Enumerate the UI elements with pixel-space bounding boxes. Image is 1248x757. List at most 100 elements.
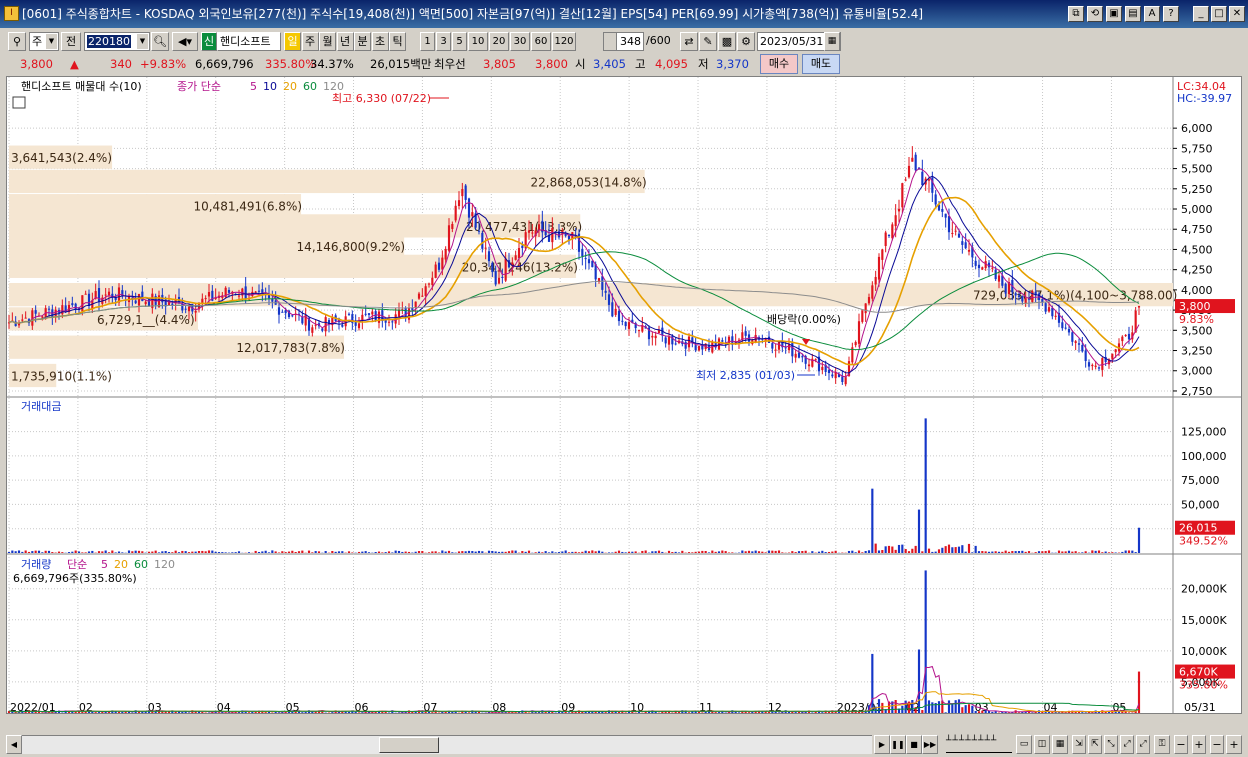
period-tab[interactable]: 주 xyxy=(301,32,319,51)
chart-area[interactable]: 2022/0102030405060708091011122023/010203… xyxy=(6,76,1242,714)
refresh-icon[interactable]: ⟲ xyxy=(1087,6,1103,22)
chevron-down-icon[interactable]: ▼ xyxy=(46,34,57,49)
candle-body xyxy=(861,310,864,322)
calendar-icon[interactable]: ▦ xyxy=(824,32,840,51)
market-type-select[interactable]: 주 ▼ xyxy=(29,32,59,51)
draw-icon[interactable]: ✎ xyxy=(699,32,717,51)
amount-bar xyxy=(157,552,161,553)
chevron-down-icon[interactable]: ▼ xyxy=(137,34,148,49)
period-tab[interactable]: 틱 xyxy=(389,32,406,51)
volume-bar xyxy=(1127,712,1131,713)
volume-bar xyxy=(937,701,941,713)
zoom-out-icon[interactable]: − xyxy=(1174,735,1188,754)
candle-body xyxy=(867,297,871,304)
buy-button[interactable]: 매수 xyxy=(760,54,798,74)
app-icon[interactable]: I xyxy=(4,6,19,21)
amount-bar xyxy=(261,551,264,553)
amount-bar xyxy=(1124,550,1127,553)
volume-bar xyxy=(877,699,881,713)
tool-icon[interactable]: ⇱ xyxy=(1088,735,1102,754)
amount-bar xyxy=(44,550,47,553)
amount-bar xyxy=(1101,552,1104,553)
maximize-button[interactable]: □ xyxy=(1211,6,1227,22)
link-icon[interactable]: ⧉ xyxy=(1068,6,1084,22)
font-icon[interactable]: A xyxy=(1144,6,1160,22)
amount-bar xyxy=(661,551,664,553)
prev-button[interactable]: 전 xyxy=(61,32,81,51)
volume-bar xyxy=(94,712,97,713)
amount-bar xyxy=(34,550,37,553)
fast-forward-icon[interactable]: ▶▶ xyxy=(922,735,938,754)
period-tab[interactable]: 월 xyxy=(319,32,336,51)
pause-icon[interactable]: ❚❚ xyxy=(890,735,906,754)
speaker-icon[interactable]: ◀▾ xyxy=(172,32,198,51)
title-bar[interactable]: I [0601] 주식종합차트 - KOSDAQ 외국인보유[277(천)] 주… xyxy=(0,0,1248,28)
window-icon[interactable]: ▤ xyxy=(1125,6,1141,22)
interval-tab[interactable]: 3 xyxy=(436,32,451,51)
scroll-left-button[interactable]: ◀ xyxy=(6,735,22,754)
stock-search-icon[interactable]: ⚲ xyxy=(8,32,26,51)
amount-bar xyxy=(654,551,657,553)
layout-icon[interactable]: ▭ xyxy=(1016,735,1032,754)
candle-body xyxy=(604,290,607,293)
minimize-button[interactable]: _ xyxy=(1193,6,1209,22)
price-tick-label: 2,750 xyxy=(1181,385,1213,398)
zoom-in-icon[interactable]: + xyxy=(1192,735,1206,754)
close-button[interactable]: ✕ xyxy=(1229,6,1245,22)
save-icon[interactable]: ▩ xyxy=(718,32,736,51)
lock-icon[interactable]: ⚿ xyxy=(1154,735,1170,754)
tool-icon[interactable]: ⤢ xyxy=(1136,735,1150,754)
scrollbar-thumb[interactable] xyxy=(379,737,439,753)
volume-bar xyxy=(247,712,251,713)
interval-tab[interactable]: 1 xyxy=(420,32,435,51)
sell-button[interactable]: 매도 xyxy=(802,54,840,74)
split-icon[interactable]: ◫ xyxy=(1034,735,1050,754)
zoom-decrease-icon[interactable]: − xyxy=(1210,735,1224,754)
price-chart[interactable]: 2022/0102030405060708091011122023/010203… xyxy=(7,77,1241,714)
amount-bar xyxy=(617,550,621,553)
interval-tab[interactable]: 10 xyxy=(468,32,488,51)
period-tab[interactable]: 초 xyxy=(371,32,389,51)
period-tab[interactable]: 년 xyxy=(336,32,354,51)
stop-icon[interactable]: ■ xyxy=(906,735,922,754)
amount-bar xyxy=(271,550,274,553)
tool-icon[interactable]: ⇲ xyxy=(1072,735,1086,754)
volume-panel-title: 거래량 xyxy=(21,558,51,571)
amount-bar xyxy=(571,551,574,553)
arrows-icon[interactable]: ⇄ xyxy=(680,32,698,51)
tile-icon[interactable]: ▣ xyxy=(1106,6,1122,22)
tool-icon[interactable]: ⤡ xyxy=(1104,735,1118,754)
amount-bar xyxy=(827,551,831,553)
amount-bar xyxy=(611,552,614,553)
candle-body xyxy=(421,295,424,297)
play-icon[interactable]: ▶ xyxy=(874,735,890,754)
volume-bar xyxy=(717,712,721,713)
scrollbar-track[interactable] xyxy=(22,735,872,754)
candle-body xyxy=(934,194,937,205)
amount-bar xyxy=(431,551,434,553)
amount-bar xyxy=(177,552,181,553)
period-tab[interactable]: 분 xyxy=(354,32,371,51)
grid-icon[interactable]: ▦ xyxy=(1052,735,1068,754)
interval-tab[interactable]: 20 xyxy=(489,32,509,51)
candle-body xyxy=(201,298,204,303)
period-tab[interactable]: 일 xyxy=(284,32,301,51)
help-icon[interactable]: ? xyxy=(1163,6,1179,22)
amount-bar xyxy=(607,552,611,553)
tool-icon[interactable]: ⤢ xyxy=(1120,735,1134,754)
hc-label: HC:-39.97 xyxy=(1177,92,1232,105)
amount-bar xyxy=(211,550,214,553)
bar-count-input[interactable]: 348 xyxy=(616,32,644,51)
zoom-slider[interactable]: ┴┴┴┴┴┴┴┴ xyxy=(946,736,1012,753)
search-icon[interactable]: 🔍︎ xyxy=(151,32,169,51)
interval-tab[interactable]: 5 xyxy=(452,32,467,51)
stock-code-input[interactable]: 220180 ▼ xyxy=(84,32,150,51)
interval-tab[interactable]: 60 xyxy=(531,32,551,51)
interval-tab[interactable]: 30 xyxy=(510,32,530,51)
interval-tab[interactable]: 120 xyxy=(552,32,576,51)
gear-icon[interactable]: ⚙ xyxy=(737,32,755,51)
amount-bar xyxy=(774,550,777,553)
volume-bar xyxy=(277,712,281,713)
zoom-increase-icon[interactable]: + xyxy=(1226,735,1242,754)
ma-legend-label: 종가 단순 xyxy=(177,80,221,93)
